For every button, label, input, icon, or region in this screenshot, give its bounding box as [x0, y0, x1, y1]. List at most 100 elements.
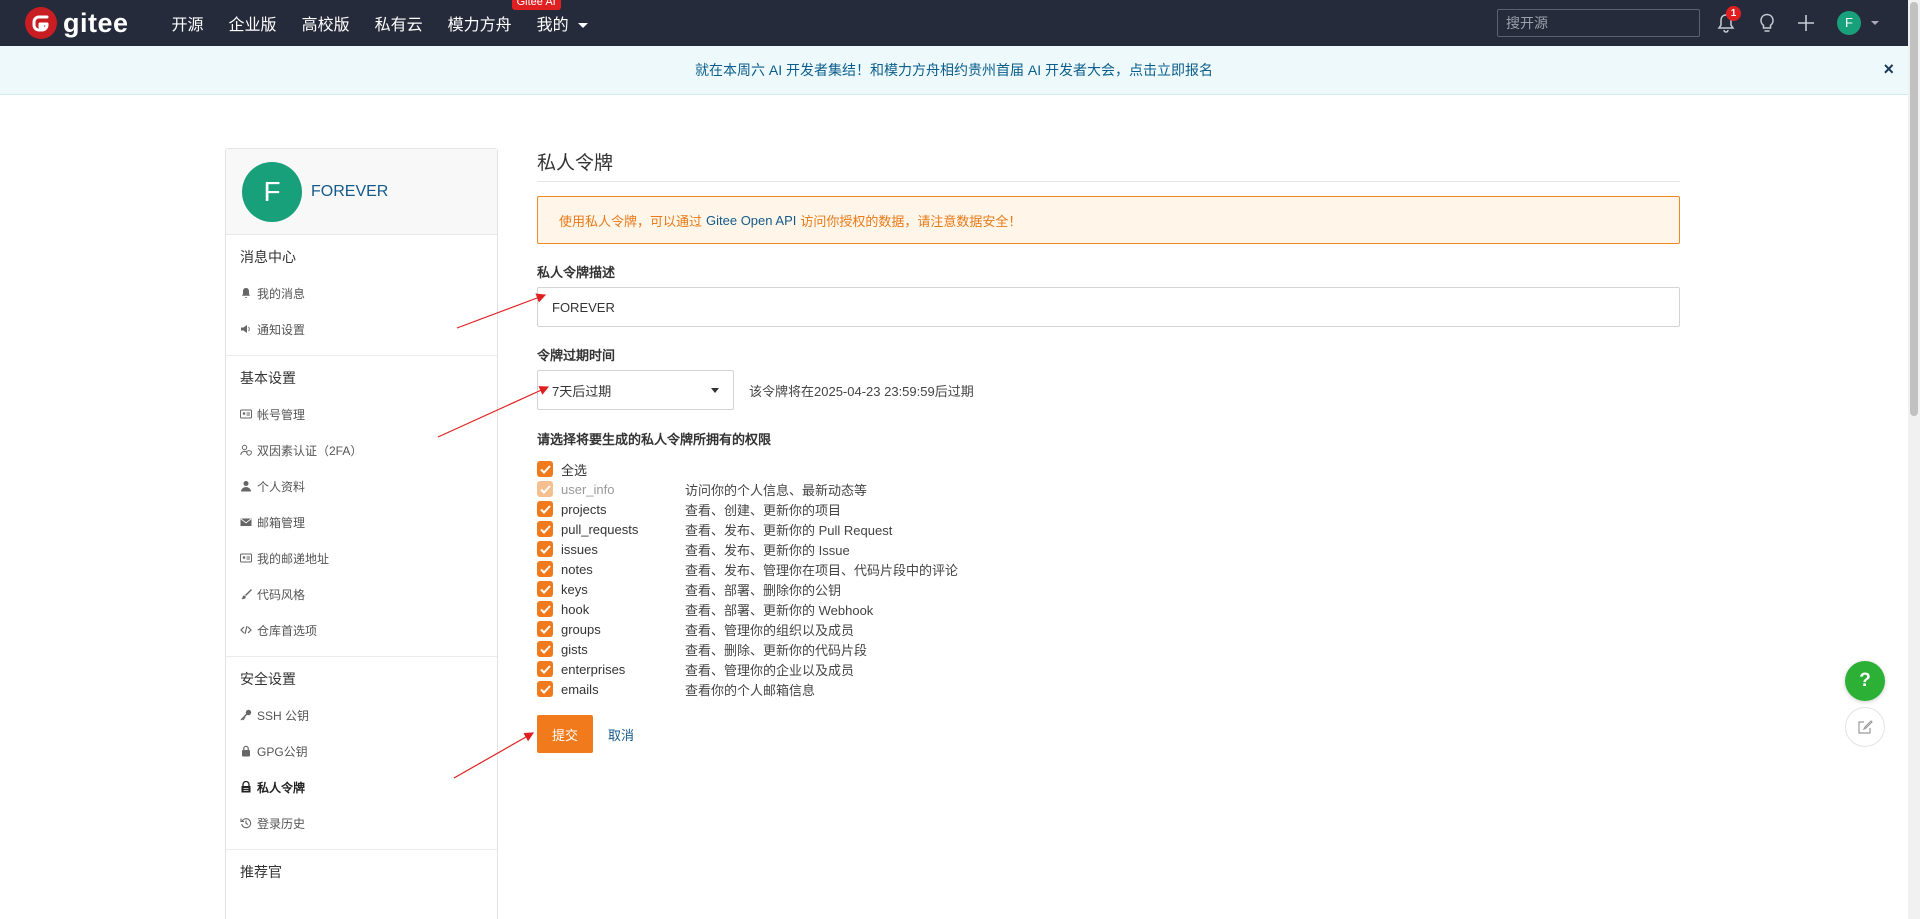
- notification-count-badge: 1: [1726, 6, 1741, 21]
- sidebar-item-2fa[interactable]: 双因素认证（2FA）: [240, 432, 497, 468]
- feedback-button[interactable]: [1845, 707, 1885, 747]
- avatar[interactable]: F: [242, 161, 302, 222]
- sidebar-item-label: 通知设置: [257, 322, 306, 337]
- scrollbar-thumb[interactable]: [1910, 2, 1918, 416]
- permission-name: gists: [561, 641, 588, 657]
- nav-item-open-source[interactable]: 开源: [172, 11, 204, 35]
- create-button[interactable]: [1793, 10, 1819, 36]
- check-icon: [539, 664, 551, 674]
- user-avatar[interactable]: F: [1837, 11, 1861, 35]
- permission-checkbox-issues[interactable]: [537, 541, 553, 557]
- token-icon: [241, 781, 251, 793]
- permission-description: 查看、部署、删除你的公钥: [685, 582, 842, 598]
- ideas-button[interactable]: [1754, 10, 1780, 36]
- sidebar-item-code-style[interactable]: 代码风格: [240, 576, 497, 612]
- search-input[interactable]: [1497, 9, 1700, 37]
- permission-row-pull_requests: pull_requests 查看、发布、更新你的 Pull Request: [537, 519, 1680, 539]
- cancel-button[interactable]: 取消: [608, 725, 634, 744]
- token-description-input[interactable]: [537, 287, 1680, 327]
- permission-name: user_info: [561, 481, 615, 497]
- permission-description: 查看、创建、更新你的项目: [685, 502, 842, 518]
- check-icon: [539, 464, 551, 474]
- warning-text-before: 使用私人令牌，可以通过: [559, 213, 703, 229]
- permission-checkbox-pull_requests[interactable]: [537, 521, 553, 537]
- sidebar-item-label: 个人资料: [257, 479, 306, 494]
- permission-description: 查看你的个人邮箱信息: [685, 682, 816, 698]
- top-navbar: gitee 开源 企业版 高校版 私有云 模力方舟 Gitee AI 我的 1: [0, 0, 1908, 46]
- help-button[interactable]: ?: [1845, 661, 1885, 701]
- permission-description: 访问你的个人信息、最新动态等: [685, 482, 868, 498]
- check-icon: [539, 644, 551, 654]
- permission-row-notes: notes 查看、发布、管理你在项目、代码片段中的评论: [537, 559, 1680, 579]
- permission-row-enterprises: enterprises 查看、管理你的企业以及成员: [537, 659, 1680, 679]
- sidebar-item-profile[interactable]: 个人资料: [240, 468, 497, 504]
- permission-description: 查看、发布、管理你在项目、代码片段中的评论: [685, 562, 959, 578]
- permission-row-emails: emails 查看你的个人邮箱信息: [537, 679, 1680, 699]
- permission-list: 全选 user_info 访问你的个人信息、最新动态等 projects 查看、创建、…: [537, 459, 1680, 699]
- speaker-icon: [241, 325, 250, 333]
- permission-name: issues: [561, 541, 598, 557]
- edit-icon: [1858, 720, 1873, 734]
- open-api-link[interactable]: Gitee Open API: [706, 213, 796, 228]
- lock-icon: [242, 745, 250, 757]
- sidebar-item-my-messages[interactable]: 我的消息: [240, 275, 497, 311]
- sidebar-item-label: 帐号管理: [257, 407, 306, 422]
- sidebar-item-ssh-keys[interactable]: SSH 公钥: [240, 697, 497, 733]
- plus-icon: [1798, 15, 1814, 31]
- check-icon: [539, 624, 551, 634]
- permission-row-hook: hook 查看、部署、更新你的 Webhook: [537, 599, 1680, 619]
- permission-name: notes: [561, 561, 593, 577]
- nav-item-university[interactable]: 高校版: [302, 11, 350, 35]
- sidebar-item-email[interactable]: 邮箱管理: [240, 504, 497, 540]
- announcement-bar: 就在本周六 AI 开发者集结！和模力方舟相约贵州首届 AI 开发者大会，点击立即…: [0, 46, 1908, 95]
- permission-checkbox-emails[interactable]: [537, 681, 553, 697]
- gitee-ai-badge: Gitee AI: [511, 0, 561, 10]
- check-icon: [539, 504, 551, 514]
- permission-checkbox-groups[interactable]: [537, 621, 553, 637]
- expire-select[interactable]: 7天后过期: [537, 370, 734, 410]
- expire-row: 7天后过期 该令牌将在2025-04-23 23:59:59后过期: [537, 370, 1680, 410]
- chevron-down-icon[interactable]: [1871, 21, 1879, 25]
- envelope-icon: [240, 518, 252, 526]
- nav-item-mine-label: 我的: [536, 17, 569, 34]
- permission-checkbox-keys[interactable]: [537, 581, 553, 597]
- sidebar-item-repo-preferences[interactable]: 仓库首选项: [240, 612, 497, 648]
- gitee-logo-icon: [25, 7, 57, 39]
- form-actions: 提交 取消: [537, 715, 1680, 753]
- nav-item-enterprise[interactable]: 企业版: [229, 11, 277, 35]
- check-icon: [539, 484, 551, 494]
- brush-icon: [241, 589, 252, 600]
- close-icon[interactable]: ×: [1883, 59, 1894, 80]
- permission-row-groups: groups 查看、管理你的组织以及成员: [537, 619, 1680, 639]
- submit-button[interactable]: 提交: [537, 715, 593, 753]
- permission-checkbox-projects[interactable]: [537, 501, 553, 517]
- sidebar-item-address[interactable]: 我的邮递地址: [240, 540, 497, 576]
- expire-hint: 该令牌将在2025-04-23 23:59:59后过期: [749, 383, 974, 399]
- sidebar-group-title: 基本设置: [240, 370, 296, 386]
- select-all-checkbox[interactable]: [537, 461, 553, 477]
- gitee-logo[interactable]: gitee: [25, 7, 129, 39]
- permission-name: keys: [561, 581, 588, 597]
- sidebar-item-private-token[interactable]: 私人令牌: [240, 769, 497, 805]
- permission-checkbox-hook[interactable]: [537, 601, 553, 617]
- sidebar-item-gpg-keys[interactable]: GPG公钥: [240, 733, 497, 769]
- nav-menu: 开源 企业版 高校版 私有云 模力方舟 Gitee AI 我的: [172, 0, 614, 46]
- sidebar-item-label: 私人令牌: [257, 780, 306, 795]
- announcement-link[interactable]: 就在本周六 AI 开发者集结！和模力方舟相约贵州首届 AI 开发者大会，点击立即…: [695, 60, 1213, 80]
- page-scrollbar[interactable]: [1908, 0, 1920, 919]
- permission-checkbox-notes[interactable]: [537, 561, 553, 577]
- permission-row-keys: keys 查看、部署、删除你的公钥: [537, 579, 1680, 599]
- sidebar-item-login-history[interactable]: 登录历史: [240, 805, 497, 841]
- user-shield-icon: [240, 444, 252, 456]
- profile-username[interactable]: FOREVER: [311, 183, 388, 201]
- nav-item-mine[interactable]: 我的: [536, 11, 589, 35]
- user-icon: [241, 481, 251, 492]
- sidebar-group-security: 安全设置 SSH 公钥 GPG公钥 私人令牌 登录历史: [226, 657, 497, 850]
- nav-item-ai[interactable]: 模力方舟 Gitee AI: [448, 0, 561, 35]
- permission-checkbox-enterprises[interactable]: [537, 661, 553, 677]
- sidebar-item-notification-settings[interactable]: 通知设置: [240, 311, 497, 347]
- nav-item-private-cloud[interactable]: 私有云: [375, 11, 423, 35]
- sidebar-item-account[interactable]: 帐号管理: [240, 396, 497, 432]
- notification-button[interactable]: 1: [1713, 6, 1741, 36]
- permission-checkbox-gists[interactable]: [537, 641, 553, 657]
